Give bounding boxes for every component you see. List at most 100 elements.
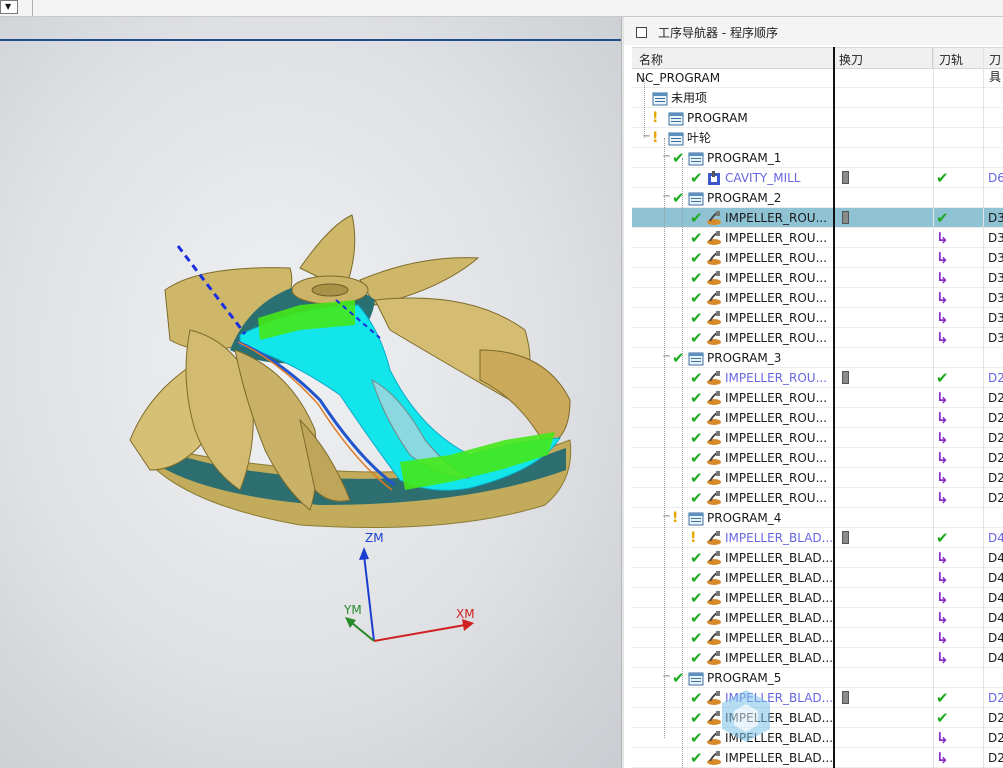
tree-operation-row[interactable]: ✔ IMPELLER_BLAD... ✔ D2 [632, 708, 1003, 728]
tree-operation-row[interactable]: ! IMPELLER_BLAD... ✔ D4 [632, 528, 1003, 548]
tree-operation-row[interactable]: ✔ IMPELLER_ROU... ↳ D3 [632, 268, 1003, 288]
tree-item-label: PROGRAM_5 [707, 671, 782, 685]
tree-group-row[interactable]: − ✔ PROGRAM_1 [632, 148, 1003, 168]
tool-name-cell: D4 [988, 611, 1003, 625]
tree-group-row[interactable]: − ✔ PROGRAM_3 [632, 348, 1003, 368]
tool-name-cell: D3 [988, 331, 1003, 345]
tree-operation-row[interactable]: ✔ IMPELLER_BLAD... ↳ D4 [632, 628, 1003, 648]
tree-operation-row[interactable]: ✔ IMPELLER_ROU... ↳ D2 [632, 408, 1003, 428]
tree-item-label: IMPELLER_ROU... [725, 231, 828, 245]
tree-operation-row[interactable]: ✔ CAVITY_MILL ✔ D6 [632, 168, 1003, 188]
status-complete-icon: ✔ [690, 429, 703, 447]
toolpath-ok-icon: ✔ [936, 369, 949, 387]
tree-operation-row[interactable]: ✔ IMPELLER_ROU... ↳ D3 [632, 228, 1003, 248]
tree-operation-row[interactable]: ✔ IMPELLER_BLAD... ↳ D4 [632, 568, 1003, 588]
tree-operation-row[interactable]: ✔ IMPELLER_ROU... ↳ D2 [632, 388, 1003, 408]
operation-navigator: 工序导航器 - 程序顺序 名称 换刀 刀轨 刀具 NC_PROGRAM 未用项! P… [624, 17, 1003, 768]
impeller-operation-icon [707, 471, 721, 485]
impeller-operation-icon [707, 431, 721, 445]
tree-item-label: IMPELLER_ROU... [725, 331, 828, 345]
tree-group-row[interactable]: −! PROGRAM_4 [632, 508, 1003, 528]
tree-operation-row[interactable]: ✔ IMPELLER_ROU... ↳ D2 [632, 488, 1003, 508]
column-header: 名称 换刀 刀轨 刀具 [632, 47, 1003, 84]
program-group-icon [688, 352, 704, 366]
tree-operation-row[interactable]: ✔ IMPELLER_BLAD... ↳ D4 [632, 608, 1003, 628]
tool-name-cell: D2 [988, 491, 1003, 505]
tree-item-label: PROGRAM_4 [707, 511, 782, 525]
blade [479, 349, 571, 446]
column-name[interactable]: 名称 [639, 51, 663, 68]
top-toolbar: ▼ [0, 0, 1003, 17]
selection-dropdown[interactable]: ▼ [0, 0, 18, 14]
tree-operation-row[interactable]: ✔ IMPELLER_ROU... ✔ D3 [632, 208, 1003, 228]
tool-name-cell: D3 [988, 311, 1003, 325]
tree-operation-row[interactable]: ✔ IMPELLER_ROU... ↳ D2 [632, 428, 1003, 448]
status-complete-icon: ✔ [690, 449, 703, 467]
impeller-operation-icon [707, 271, 721, 285]
navigator-titlebar: 工序导航器 - 程序顺序 [624, 17, 1003, 45]
tree-operation-row[interactable]: ✔ IMPELLER_BLAD... ↳ D4 [632, 588, 1003, 608]
toolpath-regenerate-icon: ↳ [936, 429, 949, 447]
tree-item-label: PROGRAM_3 [707, 351, 782, 365]
tree-operation-row[interactable]: ✔ IMPELLER_BLAD... ✔ D2 [632, 688, 1003, 708]
tree-operation-row[interactable]: ✔ IMPELLER_ROU... ↳ D3 [632, 328, 1003, 348]
toolpath-regenerate-icon: ↳ [936, 409, 949, 427]
toolpath-ok-icon: ✔ [936, 209, 949, 227]
tree-operation-row[interactable]: ✔ IMPELLER_ROU... ↳ D2 [632, 468, 1003, 488]
z-axis-label: ZM [365, 531, 384, 545]
toolpath-regenerate-icon: ↳ [936, 609, 949, 627]
impeller-operation-icon [707, 291, 721, 305]
tree-group-row[interactable]: − ✔ PROGRAM_5 [632, 668, 1003, 688]
impeller-operation-icon [707, 371, 721, 385]
hub-hole [311, 283, 349, 297]
tree-group-row[interactable]: NC_PROGRAM [632, 68, 1003, 88]
tree-operation-row[interactable]: ✔ IMPELLER_BLAD... ↳ D4 [632, 648, 1003, 668]
tree-item-label: IMPELLER_BLAD... [725, 751, 834, 765]
tree-operation-row[interactable]: ✔ IMPELLER_BLAD... ↳ D2 [632, 728, 1003, 748]
tree-operation-row[interactable]: ✔ IMPELLER_ROU... ↳ D3 [632, 308, 1003, 328]
program-group-icon [688, 512, 704, 526]
column-gridline [983, 47, 984, 768]
tool-name-cell: D3 [988, 211, 1003, 225]
toolpath-ok-icon: ✔ [936, 529, 949, 547]
tree-group-row[interactable]: − ✔ PROGRAM_2 [632, 188, 1003, 208]
tree-connector [644, 78, 645, 138]
status-complete-icon: ✔ [690, 709, 703, 727]
column-tool-change[interactable]: 换刀 [839, 51, 863, 68]
navigator-title: 工序导航器 - 程序顺序 [658, 26, 778, 40]
status-complete-icon: ✔ [690, 689, 703, 707]
tool-name-cell: D3 [988, 251, 1003, 265]
tool-name-cell: D4 [988, 571, 1003, 585]
tree-connector [682, 158, 683, 768]
tree-operation-row[interactable]: ✔ IMPELLER_ROU... ↳ D3 [632, 248, 1003, 268]
status-complete-icon: ✔ [690, 329, 703, 347]
tool-name-cell: D2 [988, 391, 1003, 405]
status-warning-icon: ! [652, 110, 659, 126]
tree-item-label: IMPELLER_BLAD... [725, 571, 834, 585]
tree-group-row[interactable]: ! PROGRAM [632, 108, 1003, 128]
pin-checkbox-icon[interactable] [636, 27, 647, 38]
tree-operation-row[interactable]: ✔ IMPELLER_BLAD... ↳ D2 [632, 748, 1003, 768]
impeller-model[interactable]: ZM YM XM [0, 17, 621, 768]
program-group-icon [652, 92, 668, 106]
tree-operation-row[interactable]: ✔ IMPELLER_ROU... ↳ D3 [632, 288, 1003, 308]
impeller-operation-icon [707, 571, 721, 585]
tree-item-label: NC_PROGRAM [636, 71, 721, 85]
toolbar-separator [32, 0, 33, 16]
tool-name-cell: D3 [988, 291, 1003, 305]
tree-group-row[interactable]: 未用项 [632, 88, 1003, 108]
toolpath-regenerate-icon: ↳ [936, 389, 949, 407]
column-toolpath[interactable]: 刀轨 [939, 51, 963, 68]
status-complete-icon: ✔ [690, 469, 703, 487]
tool-name-cell: D2 [988, 431, 1003, 445]
tree-item-label: IMPELLER_ROU... [725, 491, 828, 505]
status-complete-icon: ✔ [690, 569, 703, 587]
tree-operation-row[interactable]: ✔ IMPELLER_BLAD... ↳ D4 [632, 548, 1003, 568]
x-axis-label: XM [456, 607, 475, 621]
tree-operation-row[interactable]: ✔ IMPELLER_ROU... ✔ D2 [632, 368, 1003, 388]
tool-name-cell: D2 [988, 751, 1003, 765]
graphics-viewport[interactable]: ZM YM XM [0, 17, 621, 768]
tree-group-row[interactable]: −! 叶轮 [632, 128, 1003, 148]
status-complete-icon: ✔ [690, 209, 703, 227]
tree-operation-row[interactable]: ✔ IMPELLER_ROU... ↳ D2 [632, 448, 1003, 468]
